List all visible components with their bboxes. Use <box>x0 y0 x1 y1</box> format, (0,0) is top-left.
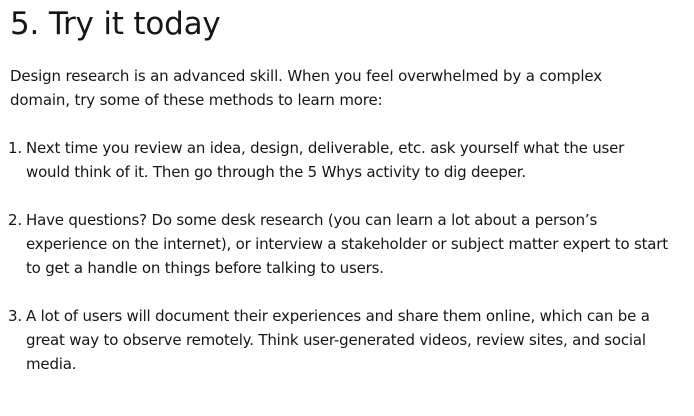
list-item-text: Have questions? Do some desk research (y… <box>26 211 668 277</box>
list-item-text: Next time you review an idea, design, de… <box>26 139 625 181</box>
section-heading: 5. Try it today <box>10 6 221 42</box>
list-item-number: 1. <box>8 139 22 157</box>
steps-list: 1. Next time you review an idea, design,… <box>8 136 670 400</box>
intro-paragraph: Design research is an advanced skill. Wh… <box>10 67 602 109</box>
list-item: 3. A lot of users will document their ex… <box>8 304 670 376</box>
list-item-text: A lot of users will document their exper… <box>26 307 650 373</box>
list-item-number: 3. <box>8 307 22 325</box>
list-item-number: 2. <box>8 211 22 229</box>
list-item: 2. Have questions? Do some desk research… <box>8 208 670 280</box>
list-item: 1. Next time you review an idea, design,… <box>8 136 670 184</box>
